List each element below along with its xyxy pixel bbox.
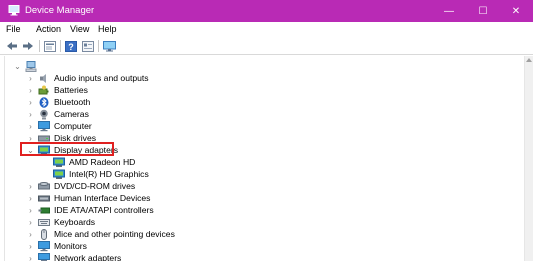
camera-icon <box>40 109 48 119</box>
tree-item-label: Intel(R) HD Graphics <box>69 169 149 179</box>
tree-item-label: IDE ATA/ATAPI controllers <box>54 205 154 215</box>
expand-arrow-icon[interactable]: › <box>26 252 35 261</box>
menu-help[interactable]: Help <box>98 24 117 34</box>
maximize-button[interactable]: ☐ <box>466 0 500 22</box>
computer-icon <box>25 60 37 72</box>
tree-item-label: AMD Radeon HD <box>69 157 136 167</box>
back-button[interactable] <box>5 39 19 53</box>
vertical-scrollbar[interactable] <box>524 56 533 261</box>
monitor-icon <box>102 40 116 51</box>
expand-arrow-icon[interactable]: › <box>26 204 35 216</box>
tree-item-label: Mice and other pointing devices <box>54 229 175 239</box>
display-adapter-icon <box>53 169 65 179</box>
tree-item-label: Network adapters <box>54 253 122 261</box>
menu-view[interactable]: View <box>70 24 89 34</box>
expand-arrow-icon[interactable]: › <box>26 120 35 132</box>
minimize-button[interactable]: — <box>432 0 466 22</box>
tree-item-label: Audio inputs and outputs <box>54 73 149 83</box>
expand-arrow-icon[interactable]: › <box>26 192 35 204</box>
tree-item-label: Batteries <box>54 85 88 95</box>
title-bar: Device Manager — ☐ ✕ <box>0 0 533 22</box>
tree-item-keyboards[interactable]: › Keyboards <box>26 216 95 228</box>
collapse-arrow-icon[interactable]: ⌄ <box>13 60 22 72</box>
hid-icon <box>38 195 50 201</box>
toolbar: ? <box>0 37 533 55</box>
close-button[interactable]: ✕ <box>499 0 533 22</box>
keyboard-icon <box>38 218 50 226</box>
speaker-icon <box>40 73 46 83</box>
tree-item-network[interactable]: › Network adapters <box>26 252 121 261</box>
expand-arrow-icon[interactable]: › <box>26 216 35 228</box>
scroll-up-icon[interactable] <box>526 58 532 62</box>
expand-arrow-icon[interactable]: › <box>26 108 35 120</box>
dvd-icon <box>38 181 50 189</box>
tree-item-computer[interactable]: › Computer <box>26 120 92 132</box>
display-adapter-icon <box>53 157 65 167</box>
expand-arrow-icon[interactable]: › <box>26 240 35 252</box>
device-manager-icon <box>8 5 20 16</box>
expand-arrow-icon[interactable]: › <box>26 96 35 108</box>
tree-child-intel-hd[interactable]: Intel(R) HD Graphics <box>50 168 149 180</box>
menu-action[interactable]: Action <box>36 24 61 34</box>
tree-item-audio[interactable]: › Audio inputs and outputs <box>26 72 149 84</box>
help-button[interactable]: ? <box>64 39 78 53</box>
show-hidden-icon <box>82 40 94 52</box>
network-icon <box>38 252 50 261</box>
menu-file[interactable]: File <box>6 24 21 34</box>
tree-item-label: Keyboards <box>54 217 96 227</box>
highlight-box <box>20 142 114 156</box>
expand-arrow-icon[interactable]: › <box>26 84 35 96</box>
tree-item-ide[interactable]: › IDE ATA/ATAPI controllers <box>26 204 154 216</box>
forward-icon <box>23 42 33 50</box>
tree-item-label: Cameras <box>54 109 89 119</box>
svg-text:?: ? <box>68 42 74 52</box>
tree-item-dvd[interactable]: › DVD/CD-ROM drives <box>26 180 135 192</box>
ide-icon <box>38 207 50 213</box>
tree-item-cameras[interactable]: › Cameras <box>26 108 89 120</box>
help-icon: ? <box>65 40 77 52</box>
battery-icon <box>38 85 49 94</box>
properties-button[interactable] <box>43 39 57 53</box>
window-title: Device Manager <box>25 5 95 16</box>
tree-item-hid[interactable]: › Human Interface Devices <box>26 192 150 204</box>
monitor-icon <box>38 120 50 131</box>
expand-arrow-icon[interactable]: › <box>26 180 35 192</box>
tree-item-label: Monitors <box>54 241 87 251</box>
menu-bar: File Action View Help <box>0 22 533 36</box>
mouse-icon <box>41 228 47 240</box>
tree-root[interactable]: ⌄ <box>13 60 37 72</box>
tree-item-bluetooth[interactable]: › Bluetooth <box>26 96 90 108</box>
bluetooth-icon <box>39 96 49 108</box>
tree-item-label: Bluetooth <box>54 97 91 107</box>
scan-hardware-button[interactable] <box>101 39 117 53</box>
forward-button[interactable] <box>21 39 35 53</box>
properties-icon <box>44 40 56 52</box>
tree-item-label: Computer <box>54 121 92 131</box>
tree-item-mice[interactable]: › Mice and other pointing devices <box>26 228 175 240</box>
tree-item-label: DVD/CD-ROM drives <box>54 181 136 191</box>
tree-child-amd-radeon[interactable]: AMD Radeon HD <box>50 156 135 168</box>
tree-item-label: Human Interface Devices <box>54 193 151 203</box>
back-icon <box>7 42 17 50</box>
tree-item-monitors[interactable]: › Monitors <box>26 240 87 252</box>
monitor-icon <box>38 240 50 251</box>
expand-arrow-icon[interactable]: › <box>26 228 35 240</box>
expand-arrow-icon[interactable]: › <box>26 72 35 84</box>
tree-item-batteries[interactable]: › Batteries <box>26 84 88 96</box>
show-hidden-button[interactable] <box>81 39 95 53</box>
